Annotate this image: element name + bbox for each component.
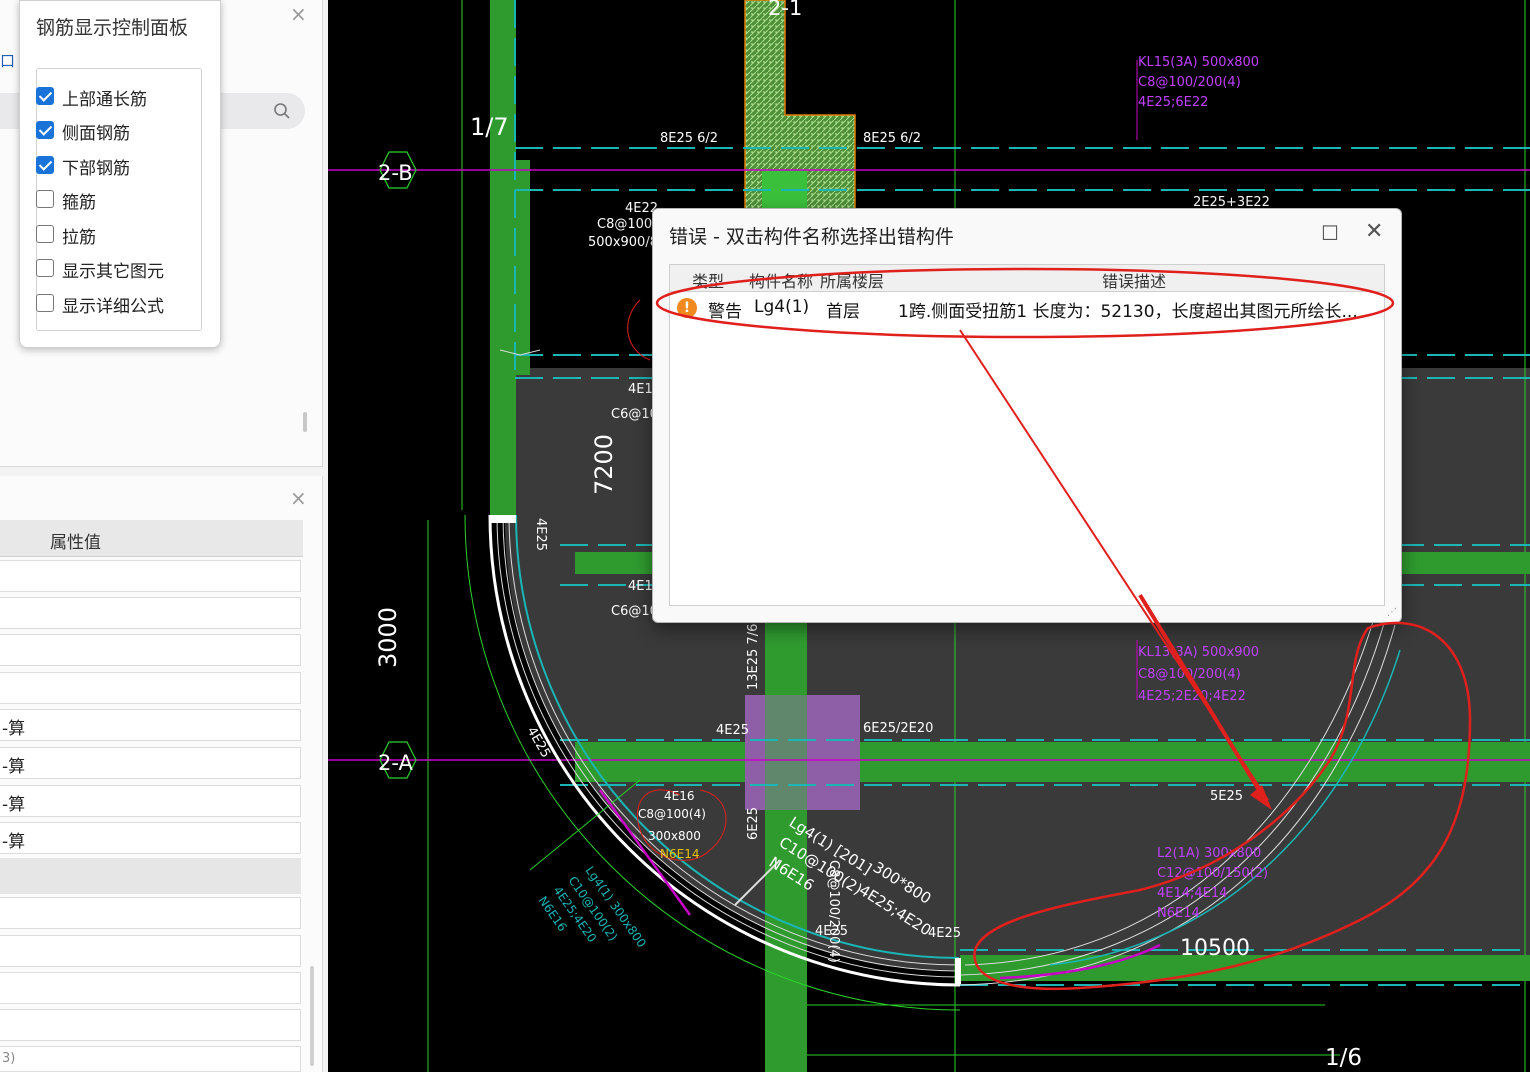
checkbox-label: 显示其它图元 (62, 262, 164, 282)
resize-grip-icon[interactable]: ⋰ (1387, 607, 1397, 618)
dimension-3000: 3000 (374, 607, 402, 668)
property-row[interactable] (0, 935, 301, 967)
maximize-icon[interactable]: ☐ (1321, 221, 1339, 245)
rebar-label: 8E25 6/2 (660, 131, 718, 146)
error-component-name[interactable]: Lg4(1) (754, 297, 809, 317)
error-floor: 首层 (826, 302, 860, 322)
property-header: 属性值 (0, 520, 303, 557)
checkbox-label: 显示详细公式 (62, 297, 164, 317)
axis-label-2b: 2-B (378, 161, 413, 185)
checkbox-empty-icon[interactable] (36, 294, 54, 312)
beam-label-line: 4E14;4E14 (1157, 886, 1227, 901)
rebar-label: 6E25/2E20 (863, 721, 933, 736)
checkbox-label: 箍筋 (62, 193, 96, 213)
beam-label-line: L2(1A) 300x800 (1157, 846, 1261, 861)
property-row[interactable] (0, 560, 301, 592)
beam-label-line: 4E25;2E20;4E22 (1138, 689, 1246, 704)
scrollbar-thumb[interactable] (310, 966, 314, 1066)
property-row[interactable] (0, 634, 301, 666)
beam-label-line: C8@100/200(4) (1138, 75, 1241, 90)
column-header-name[interactable]: 构件名称 (749, 268, 813, 292)
checkbox-label: 上部通长筋 (62, 90, 147, 110)
property-cell: -算 (2, 719, 26, 739)
property-cell: -算 (2, 832, 26, 852)
property-panel: × 属性值 -算 -算 -算 -算 3) (0, 476, 323, 1072)
rebar-label: 5E25 (1210, 789, 1243, 804)
checkbox-label: 拉筋 (62, 228, 96, 248)
close-icon[interactable]: ✕ (1365, 219, 1383, 244)
property-row[interactable]: -算 (0, 747, 301, 779)
checkbox-checked-icon[interactable] (36, 87, 54, 105)
close-icon[interactable]: × (290, 2, 307, 26)
beam-label-line: 4E16 (664, 789, 695, 803)
axis-label-21: 2-1 (768, 0, 802, 20)
checkbox-empty-icon[interactable] (36, 190, 54, 208)
beam-label-line: N6E14 (1157, 906, 1200, 921)
beam-label-line: C8@100/200(4) (1138, 667, 1241, 682)
error-type: 警告 (708, 302, 742, 322)
property-row[interactable] (0, 672, 301, 704)
property-cell: -算 (2, 795, 26, 815)
column-header-floor[interactable]: 所属楼层 (820, 268, 884, 292)
beam-label-line: 4E25;6E22 (1138, 95, 1208, 110)
property-row[interactable]: -算 (0, 785, 301, 817)
rebar-label: 13E25 7/6 (746, 624, 761, 690)
error-list-header: 类型 构件名称 所属楼层 错误描述 (670, 265, 1384, 292)
column-header-desc[interactable]: 错误描述 (1102, 268, 1166, 292)
property-row[interactable]: 3) (0, 1046, 301, 1072)
error-list: 类型 构件名称 所属楼层 错误描述 ! 警告 Lg4(1) 首层 1跨.侧面受扭… (669, 264, 1385, 606)
property-row[interactable] (0, 597, 301, 629)
axis-label-17: 1/7 (470, 113, 509, 141)
rebar-display-panel: 钢筋显示控制面板 上部通长筋 侧面钢筋 下部钢筋 箍筋 拉筋 显示其它图元 显示… (19, 0, 221, 348)
panel-title: 钢筋显示控制面板 (36, 17, 189, 39)
beam-label-line: 300x800 (648, 829, 701, 843)
checkbox-label: 下部钢筋 (62, 159, 130, 179)
checkbox-checked-icon[interactable] (36, 156, 54, 174)
property-row[interactable]: -算 (0, 709, 301, 741)
dialog-title: 错误 - 双击构件名称选择出错构件 (669, 226, 954, 248)
rebar-label: 4E25 (533, 518, 548, 551)
property-row[interactable] (0, 1009, 301, 1041)
beam-vertical[interactable] (490, 0, 516, 515)
checkbox-checked-icon[interactable] (36, 121, 54, 139)
beam-label-line: N6E14 (660, 847, 699, 861)
beam-label-line: KL15(3A) 500x800 (1138, 55, 1259, 70)
property-row[interactable] (0, 897, 301, 929)
property-cell: -算 (2, 757, 26, 777)
property-row[interactable] (0, 972, 301, 1004)
rebar-label: 4E25 (928, 926, 961, 941)
scrollbar-thumb[interactable] (303, 412, 307, 432)
property-row[interactable]: -算 (0, 822, 301, 854)
axis-label-2a: 2-A (378, 751, 413, 775)
beam-label-line: KL13(3A) 500x900 (1138, 645, 1259, 660)
panel-fragment-icon: 口 (0, 52, 16, 70)
beam-label-line: C8@100(4) (638, 807, 706, 821)
error-row[interactable]: ! 警告 Lg4(1) 首层 1跨.侧面受扭筋1 长度为：52130，长度超出其… (670, 293, 1384, 323)
beam-horizontal[interactable] (575, 742, 1530, 782)
rebar-label: 6E25 (746, 807, 761, 840)
beam-label-line: C12@100/150(2) (1157, 866, 1268, 881)
search-icon[interactable] (273, 102, 291, 120)
error-dialog: 错误 - 双击构件名称选择出错构件 ☐ ✕ 类型 构件名称 所属楼层 错误描述 … (652, 208, 1402, 623)
warning-icon: ! (677, 298, 697, 318)
rebar-label: 4E25 (716, 723, 749, 738)
checkbox-empty-icon[interactable] (36, 225, 54, 243)
checkbox-label: 侧面钢筋 (62, 124, 130, 144)
property-group-row[interactable] (0, 858, 301, 894)
dimension-7200: 7200 (590, 434, 618, 495)
dimension-10500: 10500 (1180, 936, 1250, 961)
close-icon[interactable]: × (290, 486, 307, 510)
error-description: 1跨.侧面受扭筋1 长度为：52130，长度超出其图元所绘长... (898, 302, 1358, 322)
checkbox-empty-icon[interactable] (36, 259, 54, 277)
axis-label-16: 1/6 (1325, 1045, 1362, 1071)
property-value-header: 属性值 (50, 533, 101, 553)
property-cell: 3) (2, 1051, 16, 1066)
column-header-type[interactable]: 类型 (692, 268, 724, 292)
rebar-label: 8E25 6/2 (863, 131, 921, 146)
